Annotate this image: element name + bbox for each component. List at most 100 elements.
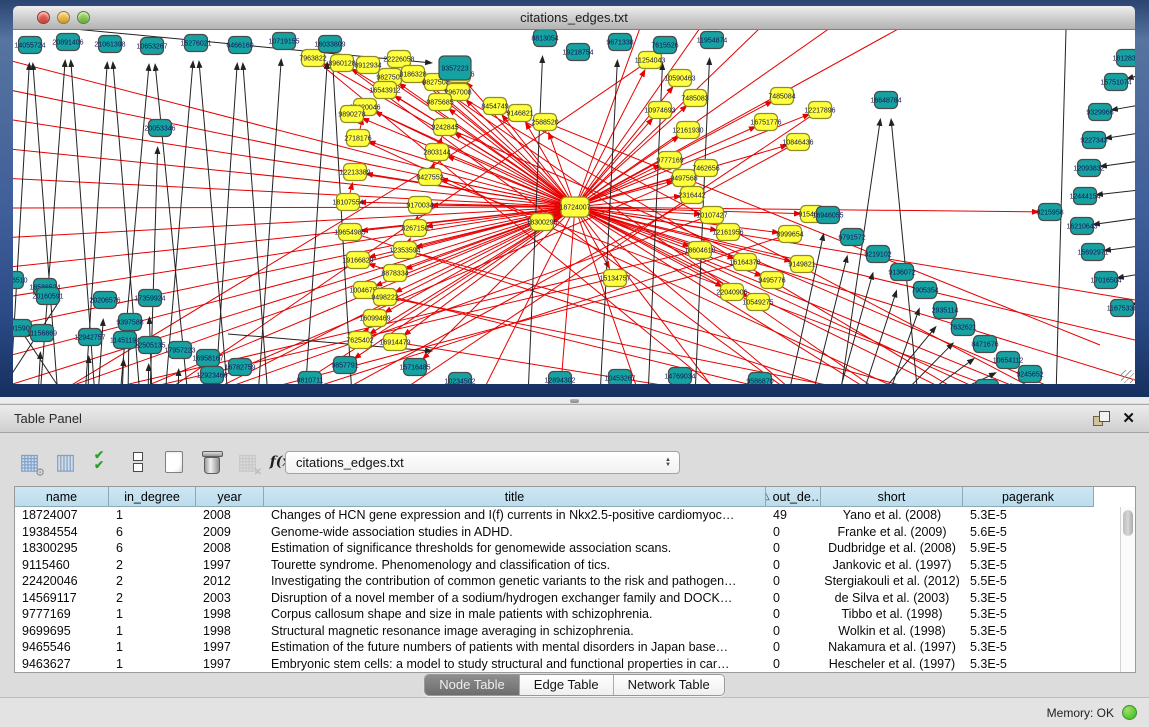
column-header-in_degree[interactable]: in_degree <box>109 487 196 507</box>
table-row[interactable]: 946554611997Estimation of the future num… <box>15 639 1135 656</box>
splitter-handle-icon[interactable] <box>570 399 579 403</box>
graph-node-label: 8960128 <box>328 61 355 68</box>
graph-node-label: 9777169 <box>656 158 683 165</box>
graph-edge[interactable] <box>1112 105 1135 110</box>
table-cell: Dudbridge et al. (2008) <box>821 540 963 557</box>
scrollbar-thumb[interactable] <box>1123 510 1133 536</box>
table-row[interactable]: 1456911722003Disruption of a novel membe… <box>15 590 1135 607</box>
graph-node-label: 9227343 <box>1080 138 1107 145</box>
graph-edge[interactable] <box>1094 218 1135 224</box>
new-file-icon[interactable] <box>158 447 189 477</box>
graph-node-label: 16099469 <box>359 316 390 323</box>
table-row[interactable]: 2242004622012Investigating the contribut… <box>15 573 1135 590</box>
panel-splitter[interactable] <box>0 397 1149 404</box>
row-height-icon[interactable] <box>122 447 153 477</box>
resize-grip[interactable] <box>1121 370 1134 383</box>
graph-edge[interactable] <box>1106 133 1135 138</box>
graph-edge[interactable] <box>1097 190 1135 195</box>
graph-node-label: 18724007 <box>559 205 590 212</box>
combobox-arrows-icon: ▲▼ <box>659 458 677 468</box>
table-row[interactable]: 1872400712008Changes of HCN gene express… <box>15 507 1135 524</box>
graph-node-label: 18107554 <box>332 200 363 207</box>
tab-network-table[interactable]: Network Table <box>613 675 724 695</box>
column-header-title[interactable]: title <box>264 487 766 507</box>
graph-edge[interactable] <box>922 359 973 384</box>
graph-node-label: 10590463 <box>664 76 695 83</box>
table-cell: 1 <box>109 656 196 673</box>
table-cell: Tourette syndrome. Phenomenology and cla… <box>264 557 766 574</box>
window-title: citations_edges.txt <box>13 10 1135 25</box>
window-titlebar[interactable]: citations_edges.txt <box>13 6 1135 30</box>
graph-edge[interactable] <box>148 365 149 384</box>
citation-network-graph[interactable]: 1872400718300295122133891810755491700348… <box>13 30 1135 384</box>
graph-edge[interactable] <box>1101 161 1135 166</box>
table-mode-icon[interactable] <box>14 447 45 477</box>
close-panel-icon[interactable] <box>1122 411 1135 426</box>
graph-edge[interactable] <box>215 64 237 384</box>
graph-edge[interactable] <box>575 207 1135 340</box>
float-panel-icon[interactable] <box>1093 411 1110 426</box>
graph-node-label: 10453267 <box>604 376 635 383</box>
column-header-name[interactable]: name <box>15 487 109 507</box>
tab-edge-table[interactable]: Edge Table <box>519 675 613 695</box>
graph-edge[interactable] <box>258 60 281 384</box>
column-header-label: name <box>46 490 77 504</box>
graph-edge[interactable] <box>88 357 89 384</box>
column-header-short[interactable]: short <box>821 487 963 507</box>
table-cell: 18300295 <box>15 540 109 557</box>
column-header-label: short <box>878 490 906 504</box>
table-row[interactable]: 1938455462009Genome-wide association stu… <box>15 524 1135 541</box>
table-cell: Estimation of significance thresholds fo… <box>264 540 766 557</box>
graph-node-label: 8471676 <box>971 342 998 349</box>
graph-node[interactable] <box>976 380 999 385</box>
table-cell: 1 <box>109 623 196 640</box>
graph-edge[interactable] <box>155 65 188 384</box>
graph-node-label: 9357223 <box>441 66 468 73</box>
graph-edge[interactable] <box>1105 246 1135 250</box>
vertical-scrollbar[interactable] <box>1120 507 1135 672</box>
graph-node-label: 20891406 <box>52 40 83 47</box>
graph-edge[interactable] <box>891 120 918 384</box>
graph-edge[interactable] <box>1128 75 1135 79</box>
graph-node-label: 10549275 <box>742 300 773 307</box>
graph-node-label: 19654985 <box>334 230 365 237</box>
memory-ok-indicator-icon[interactable] <box>1122 705 1137 720</box>
graph-edge[interactable] <box>13 178 575 207</box>
table-row[interactable]: 946362711997Embryonic stem cells: a mode… <box>15 656 1135 673</box>
graph-edge[interactable] <box>13 58 575 207</box>
graph-node-label: 16648784 <box>870 98 901 105</box>
table-cell: 0 <box>766 590 821 607</box>
graph-edge[interactable] <box>900 344 953 384</box>
graph-edge[interactable] <box>165 62 193 384</box>
table-cell: Jankovic et al. (1997) <box>821 557 963 574</box>
tab-node-table[interactable]: Node Table <box>425 675 519 695</box>
graph-edge[interactable] <box>13 302 62 384</box>
table-row[interactable]: 1830029562008Estimation of significance … <box>15 540 1135 557</box>
network-canvas[interactable]: 1872400718300295122133891810755491700348… <box>13 30 1135 384</box>
graph-edge[interactable] <box>13 148 575 207</box>
table-cell: Disruption of a novel member of a sodium… <box>264 590 766 607</box>
table-cell: 0 <box>766 656 821 673</box>
trash-icon[interactable] <box>196 447 227 477</box>
table-cell: 18724007 <box>15 507 109 524</box>
table-cell: 49 <box>766 507 821 524</box>
graph-edge[interactable] <box>13 207 575 298</box>
column-header-label: title <box>505 490 524 504</box>
table-selector-combobox[interactable]: citations_edges.txt ▲▼ <box>285 451 680 474</box>
graph-node-label: 16543912 <box>369 88 400 95</box>
column-header-year[interactable]: year <box>196 487 264 507</box>
table-row[interactable]: 969969511998Structural magnetic resonanc… <box>15 623 1135 640</box>
graph-edge[interactable] <box>363 119 575 207</box>
select-all-icon[interactable] <box>86 447 117 477</box>
graph-edge[interactable] <box>369 142 575 207</box>
table-type-segmented-control: Node TableEdge TableNetwork Table <box>424 674 725 696</box>
graph-node-label: 2316442 <box>678 193 705 200</box>
column-header-pagerank[interactable]: pagerank <box>963 487 1094 507</box>
column-header-out_de[interactable]: △out_de… <box>766 487 821 507</box>
table-row[interactable]: 911546021997Tourette syndrome. Phenomeno… <box>15 557 1135 574</box>
table-row[interactable]: 977716911998Corpus callosum shape and si… <box>15 606 1135 623</box>
table-body: 1872400712008Changes of HCN gene express… <box>15 507 1135 672</box>
show-columns-icon[interactable] <box>50 447 81 477</box>
graph-edge[interactable] <box>575 207 1040 384</box>
column-header-label: out_de… <box>773 490 821 504</box>
